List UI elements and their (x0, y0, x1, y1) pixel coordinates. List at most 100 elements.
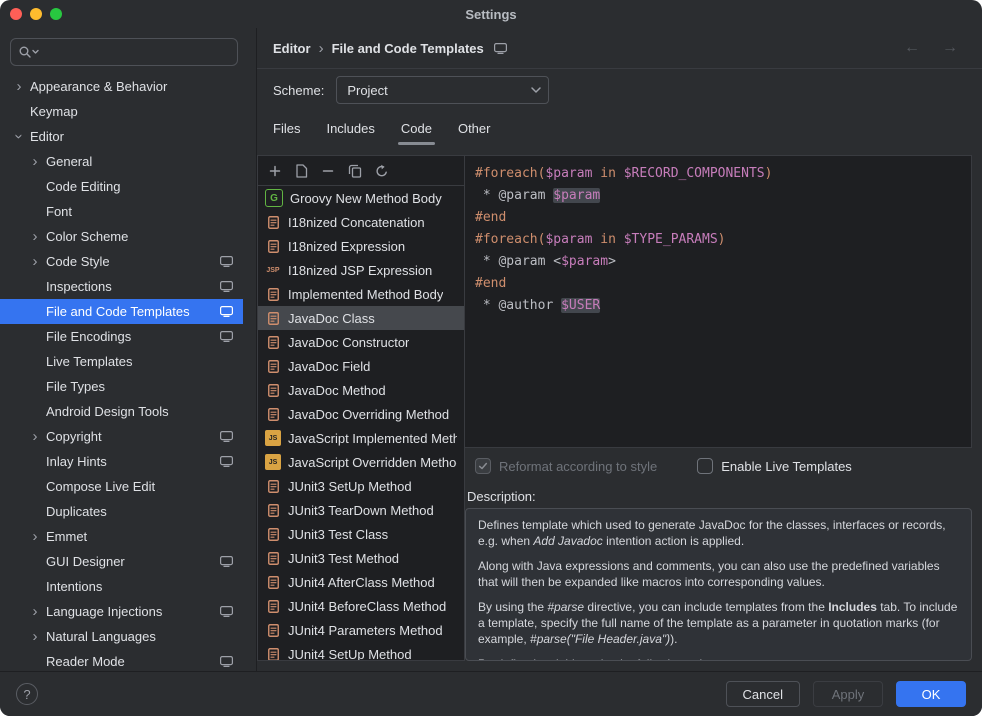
template-item-javadoc-method[interactable]: JavaDoc Method (258, 378, 464, 402)
sidebar-item-compose-live-edit[interactable]: Compose Live Edit (0, 474, 243, 499)
template-item-i18nized-jsp-expression[interactable]: JSPI18nized JSP Expression (258, 258, 464, 282)
copy-template-icon[interactable] (348, 164, 362, 178)
code-segment: #end (475, 276, 506, 291)
tab-includes[interactable]: Includes (316, 111, 384, 145)
back-arrow-icon[interactable]: ← (904, 39, 920, 57)
template-item-label: I18nized Concatenation (288, 215, 425, 230)
sidebar-item-inspections[interactable]: Inspections (0, 274, 243, 299)
description-box[interactable]: Defines template which used to generate … (465, 508, 972, 661)
template-item-label: JavaDoc Method (288, 383, 386, 398)
chevron-right-icon[interactable]: › (24, 254, 46, 269)
template-item-javadoc-overriding-method[interactable]: JavaDoc Overriding Method (258, 402, 464, 426)
sidebar-item-natural-languages[interactable]: ›Natural Languages (0, 624, 243, 649)
jsp-file-icon: JSP (265, 262, 281, 278)
template-item-javadoc-class[interactable]: JavaDoc Class (258, 306, 464, 330)
remove-template-icon[interactable] (321, 164, 335, 178)
tab-other[interactable]: Other (448, 111, 501, 145)
breadcrumb-item-editor[interactable]: Editor (273, 41, 311, 56)
sidebar-item-general[interactable]: ›General (0, 149, 243, 174)
breadcrumb-item-file-and-code-templates[interactable]: File and Code Templates (332, 41, 484, 56)
sidebar-item-file-encodings[interactable]: File Encodings (0, 324, 243, 349)
template-item-i18nized-expression[interactable]: I18nized Expression (258, 234, 464, 258)
sidebar-item-color-scheme[interactable]: ›Color Scheme (0, 224, 243, 249)
template-file-icon (265, 214, 281, 230)
template-item-javascript-implemented-method[interactable]: JSJavaScript Implemented Method (258, 426, 464, 450)
tab-code[interactable]: Code (391, 111, 442, 145)
close-window-button[interactable] (10, 8, 22, 20)
sidebar-item-reader-mode[interactable]: Reader Mode (0, 649, 243, 672)
scheme-dropdown[interactable]: Project (336, 76, 549, 104)
sidebar-item-inlay-hints[interactable]: Inlay Hints (0, 449, 243, 474)
ok-button[interactable]: OK (896, 681, 966, 707)
template-list-panel: GGroovy New Method Body I18nized Concaten… (257, 155, 465, 661)
sidebar-item-language-injections[interactable]: ›Language Injections (0, 599, 243, 624)
sidebar-item-keymap[interactable]: Keymap (0, 99, 243, 124)
minimize-window-button[interactable] (30, 8, 42, 20)
reset-to-default-icon[interactable] (375, 164, 389, 178)
template-item-junit4-beforeclass-method[interactable]: JUnit4 BeforeClass Method (258, 594, 464, 618)
sidebar-item-file-types[interactable]: File Types (0, 374, 243, 399)
sidebar-item-file-and-code-templates[interactable]: File and Code Templates (0, 299, 243, 324)
template-editor[interactable]: #foreach($param in $RECORD_COMPONENTS) *… (465, 155, 972, 448)
template-item-javadoc-field[interactable]: JavaDoc Field (258, 354, 464, 378)
template-item-junit4-setup-method[interactable]: JUnit4 SetUp Method (258, 642, 464, 660)
template-item-i18nized-concatenation[interactable]: I18nized Concatenation (258, 210, 464, 234)
history-nav: ←→ (904, 39, 958, 57)
apply-button[interactable]: Apply (813, 681, 883, 707)
template-list: GGroovy New Method Body I18nized Concaten… (258, 186, 464, 660)
sidebar-item-android-design-tools[interactable]: Android Design Tools (0, 399, 243, 424)
create-child-template-icon[interactable] (295, 164, 308, 178)
cancel-button[interactable]: Cancel (726, 681, 800, 707)
template-file-icon (265, 310, 281, 326)
sidebar-item-appearance-behavior[interactable]: ›Appearance & Behavior (0, 74, 243, 99)
sidebar-item-emmet[interactable]: ›Emmet (0, 524, 243, 549)
help-button[interactable]: ? (16, 683, 38, 705)
chevron-right-icon[interactable]: › (24, 154, 46, 169)
add-template-icon[interactable] (268, 164, 282, 178)
titlebar[interactable]: Settings (0, 0, 982, 28)
template-item-implemented-method-body[interactable]: Implemented Method Body (258, 282, 464, 306)
zoom-window-button[interactable] (50, 8, 62, 20)
template-item-junit4-afterclass-method[interactable]: JUnit4 AfterClass Method (258, 570, 464, 594)
sidebar-item-copyright[interactable]: ›Copyright (0, 424, 243, 449)
template-item-groovy-new-method-body[interactable]: GGroovy New Method Body (258, 186, 464, 210)
sidebar-item-duplicates[interactable]: Duplicates (0, 499, 243, 524)
screen-icon (220, 431, 233, 442)
checkbox-checked-icon (475, 458, 491, 474)
template-item-label: JUnit4 SetUp Method (288, 647, 412, 661)
sidebar-item-gui-designer[interactable]: GUI Designer (0, 549, 243, 574)
code-tab-content: GGroovy New Method Body I18nized Concaten… (257, 145, 982, 672)
sidebar-item-editor[interactable]: ›Editor (0, 124, 243, 149)
template-item-junit4-parameters-method[interactable]: JUnit4 Parameters Method (258, 618, 464, 642)
enable-live-templates-checkbox[interactable]: Enable Live Templates (697, 458, 852, 474)
code-segment: #foreach( (475, 166, 545, 181)
template-file-icon (265, 406, 281, 422)
template-item-junit3-setup-method[interactable]: JUnit3 SetUp Method (258, 474, 464, 498)
code-segment: $USER (561, 298, 600, 313)
template-item-junit3-test-method[interactable]: JUnit3 Test Method (258, 546, 464, 570)
chevron-right-icon[interactable]: › (24, 629, 46, 644)
forward-arrow-icon[interactable]: → (942, 39, 958, 57)
sidebar-item-code-style[interactable]: ›Code Style (0, 249, 243, 274)
chevron-right-icon[interactable]: › (24, 429, 46, 444)
chevron-right-icon[interactable]: › (24, 529, 46, 544)
template-item-javadoc-constructor[interactable]: JavaDoc Constructor (258, 330, 464, 354)
template-item-junit3-teardown-method[interactable]: JUnit3 TearDown Method (258, 498, 464, 522)
sidebar-item-font[interactable]: Font (0, 199, 243, 224)
sidebar-item-intentions[interactable]: Intentions (0, 574, 243, 599)
sidebar-item-label: Copyright (46, 429, 214, 444)
tab-files[interactable]: Files (263, 111, 310, 145)
settings-search[interactable] (10, 38, 238, 66)
reformat-checkbox[interactable]: Reformat according to style (475, 458, 657, 474)
chevron-right-icon[interactable]: › (24, 604, 46, 619)
code-segment: $param (545, 232, 592, 247)
chevron-right-icon[interactable]: › (8, 79, 30, 94)
sidebar-item-live-templates[interactable]: Live Templates (0, 349, 243, 374)
sidebar-item-code-editing[interactable]: Code Editing (0, 174, 243, 199)
chevron-down-icon[interactable]: › (12, 126, 27, 148)
template-item-javascript-overridden-method[interactable]: JSJavaScript Overridden Method (258, 450, 464, 474)
sidebar-item-label: Intentions (46, 579, 243, 594)
search-input[interactable] (44, 44, 230, 61)
chevron-right-icon[interactable]: › (24, 229, 46, 244)
template-item-junit3-test-class[interactable]: JUnit3 Test Class (258, 522, 464, 546)
